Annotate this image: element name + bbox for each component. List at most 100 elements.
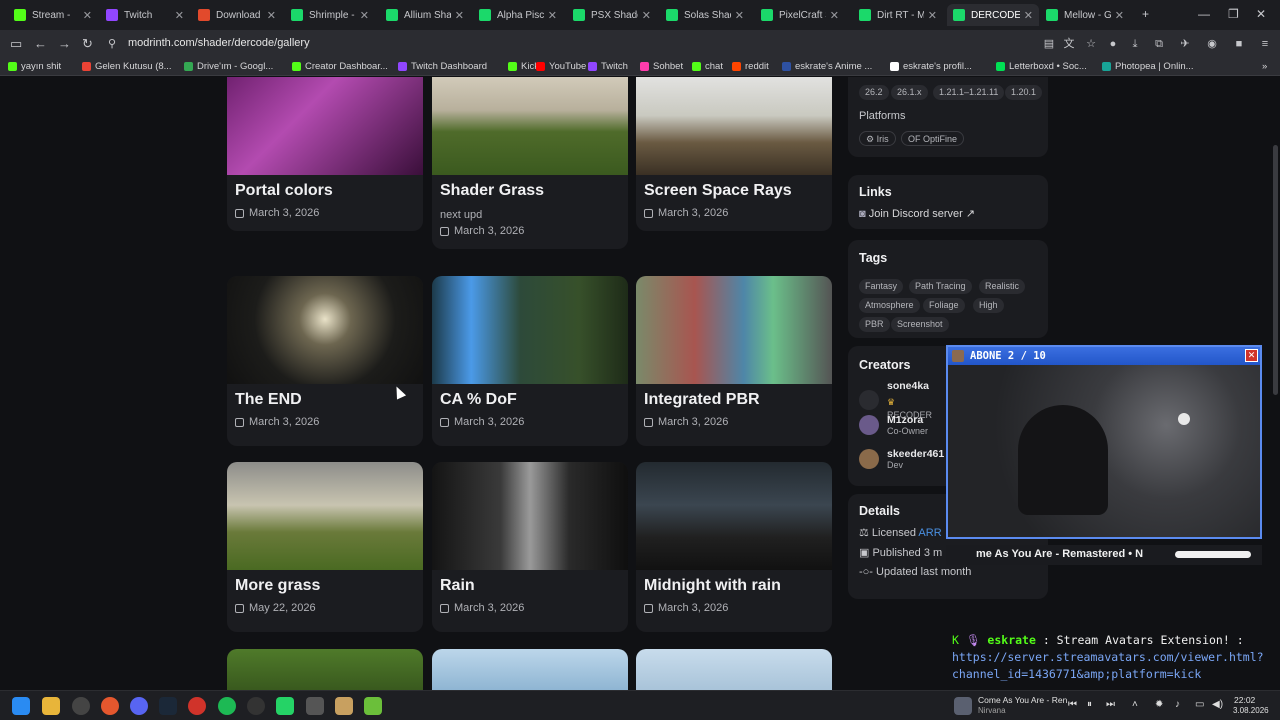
version-chip[interactable]: 1.21.1–1.21.11 — [933, 85, 1005, 100]
bookmark-item[interactable]: Drive'ım - Googl... — [184, 61, 273, 72]
bookmark-item[interactable]: reddit — [732, 61, 769, 72]
clock-time[interactable]: 22:02 — [1234, 695, 1255, 705]
version-chip[interactable]: 26.2 — [859, 85, 889, 100]
kick-extension-icon[interactable]: ✈ — [1178, 37, 1192, 51]
forward-button[interactable]: → — [58, 36, 71, 51]
browser-tab[interactable]: Twitch ✕ — [100, 4, 190, 26]
clock-date[interactable]: 3.08.2026 — [1233, 706, 1269, 715]
tab-close-icon[interactable]: ✕ — [548, 9, 557, 22]
discord-icon[interactable] — [130, 697, 148, 715]
tag-chip[interactable]: Realistic — [979, 279, 1026, 294]
browser-tab[interactable]: Mellow - Ga ✕ — [1040, 4, 1130, 26]
tag-chip[interactable]: Fantasy — [859, 279, 904, 294]
tab-close-icon[interactable]: ✕ — [928, 9, 937, 22]
gallery-image[interactable] — [227, 649, 423, 690]
platform-optifine[interactable]: OF OptiFine — [901, 131, 965, 146]
tab-close-icon[interactable]: ✕ — [1024, 9, 1033, 22]
back-button[interactable]: ← — [34, 36, 47, 51]
gallery-image[interactable] — [227, 77, 423, 175]
gallery-card[interactable]: Rain March 3, 2026 — [432, 462, 628, 632]
bookmark-item[interactable]: eskrate's Anime ... — [782, 61, 872, 72]
creator-row[interactable]: M1zora Co-Owner — [859, 414, 928, 436]
gallery-card[interactable]: Integrated PBR March 3, 2026 — [636, 276, 832, 446]
tag-chip[interactable]: Atmosphere — [859, 298, 920, 313]
minecraft-icon[interactable] — [335, 697, 353, 715]
tag-chip[interactable]: Foliage — [923, 298, 965, 313]
bookmark-item[interactable]: Photopea | Onlin... — [1102, 61, 1194, 72]
bookmarks-overflow-icon[interactable]: » — [1262, 61, 1267, 72]
bookmark-item[interactable]: Twitch — [588, 61, 628, 72]
reload-button[interactable]: ↻ — [82, 36, 93, 52]
gallery-card[interactable]: CA % DoF March 3, 2026 — [432, 276, 628, 446]
gallery-image[interactable] — [432, 649, 628, 690]
obs-icon[interactable] — [72, 697, 90, 715]
tag-chip[interactable]: High — [973, 298, 1004, 313]
gallery-image[interactable] — [432, 77, 628, 175]
maximize-button[interactable]: ❐ — [1228, 7, 1239, 21]
browser-tab[interactable]: DERCODE - Ga ✕ — [947, 4, 1039, 26]
bookmark-item[interactable]: YouTube — [536, 61, 586, 72]
bookmark-item[interactable]: yayın shit — [8, 61, 61, 72]
bookmark-item[interactable]: Gelen Kutusu (8... — [82, 61, 172, 72]
browser-icon[interactable] — [101, 697, 119, 715]
tab-close-icon[interactable]: ✕ — [175, 9, 184, 22]
creator-row[interactable]: skeeder461 Dev — [859, 448, 944, 470]
browser-tab[interactable]: Download ✕ — [192, 4, 282, 26]
gallery-card[interactable]: Midnight with rain March 3, 2026 — [636, 462, 832, 632]
tag-chip[interactable]: Screenshot — [891, 317, 949, 332]
bookmark-star-icon[interactable]: ☆ — [1084, 37, 1098, 51]
browser-tab[interactable]: Allium Shade ✕ — [380, 4, 470, 26]
bookmark-item[interactable]: eskrate's profil... — [890, 61, 972, 72]
media-prev-icon[interactable]: ⏮ — [1068, 699, 1077, 710]
browser-tab[interactable]: PixelCraft S ✕ — [755, 4, 845, 26]
version-chip[interactable]: 1.20.1 — [1005, 85, 1043, 100]
bookmark-item[interactable]: Sohbet — [640, 61, 683, 72]
platform-iris[interactable]: ⚙ Iris — [859, 131, 896, 146]
tab-close-icon[interactable]: ✕ — [455, 9, 464, 22]
tag-chip[interactable]: PBR — [859, 317, 890, 332]
extensions-icon[interactable]: ⧉ — [1152, 37, 1166, 51]
whatsapp-icon[interactable] — [276, 697, 294, 715]
bookmark-item[interactable]: Creator Dashboar... — [292, 61, 388, 72]
volume-icon[interactable]: ◀) — [1212, 699, 1223, 710]
browser-tab[interactable]: Dirt RT - M ✕ — [853, 4, 943, 26]
media-next-icon[interactable]: ⏭ — [1106, 699, 1115, 710]
mic-tray-icon[interactable]: ♪ — [1175, 699, 1180, 710]
gallery-image[interactable] — [227, 276, 423, 384]
gallery-card[interactable]: More grass May 22, 2026 — [227, 462, 423, 632]
close-window-button[interactable]: ✕ — [1256, 7, 1266, 21]
gallery-image[interactable] — [432, 276, 628, 384]
gallery-image[interactable] — [432, 462, 628, 570]
addon-icon[interactable]: ■ — [1232, 37, 1246, 51]
tray-app-icon[interactable]: ✹ — [1155, 699, 1163, 710]
gallery-image[interactable] — [636, 462, 832, 570]
account-avatar-icon[interactable]: ◉ — [1205, 37, 1219, 51]
chrome-icon[interactable] — [247, 697, 265, 715]
discord-link[interactable]: ◙ Join Discord server ↗ — [859, 207, 975, 220]
tab-close-icon[interactable]: ✕ — [83, 9, 92, 22]
close-icon[interactable]: ✕ — [1245, 349, 1258, 362]
sidebar-toggle-icon[interactable]: ▭ — [10, 36, 22, 52]
bookmark-item[interactable]: Letterboxd • Soc... — [996, 61, 1087, 72]
browser-tab[interactable]: Solas Shader ✕ — [660, 4, 750, 26]
version-chip[interactable]: 26.1.x — [891, 85, 928, 100]
reader-icon[interactable]: ▤ — [1042, 37, 1056, 51]
download-icon[interactable]: ⤓ — [1128, 37, 1142, 51]
app-icon[interactable] — [188, 697, 206, 715]
menu-icon[interactable]: ≡ — [1258, 37, 1272, 51]
site-info-icon[interactable]: ⚲ — [108, 37, 116, 50]
tab-close-icon[interactable]: ✕ — [267, 9, 276, 22]
steam-icon[interactable] — [159, 697, 177, 715]
media-pause-icon[interactable]: ⏸ — [1087, 699, 1092, 710]
gallery-card[interactable] — [227, 649, 423, 690]
gallery-image[interactable] — [636, 77, 832, 175]
tab-close-icon[interactable]: ✕ — [642, 9, 651, 22]
file-explorer-icon[interactable] — [42, 697, 60, 715]
new-tab-button[interactable]: + — [1142, 7, 1149, 21]
minimize-button[interactable]: — — [1198, 7, 1210, 21]
browser-tab[interactable]: PSX Shader - ✕ — [567, 4, 657, 26]
tab-close-icon[interactable]: ✕ — [830, 9, 839, 22]
gallery-card[interactable] — [636, 649, 832, 690]
browser-tab[interactable]: Alpha Piscium ✕ — [473, 4, 563, 26]
page-scrollbar[interactable] — [1273, 145, 1278, 395]
